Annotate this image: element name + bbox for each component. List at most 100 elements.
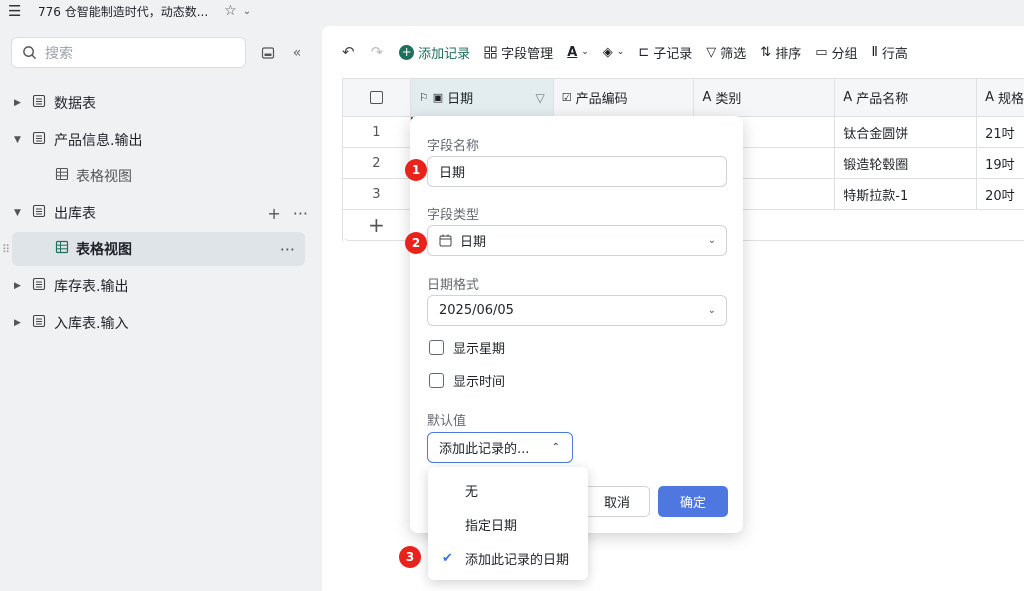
column-header-spec[interactable]: A 规格: [977, 79, 1024, 116]
row-number: 1: [343, 117, 411, 147]
plus-icon[interactable]: +: [267, 204, 280, 223]
cancel-button[interactable]: 取消: [584, 486, 650, 517]
star-icon[interactable]: ☆: [224, 3, 237, 19]
column-header-category[interactable]: A 类别: [694, 79, 836, 116]
calendar-icon: [439, 234, 452, 247]
show-weekday-checkbox[interactable]: [429, 340, 444, 355]
table-cell[interactable]: 钛合金圆饼: [835, 117, 978, 147]
show-time-option[interactable]: 显示时间: [429, 371, 505, 390]
sidebar-item-inbound[interactable]: ▶ 入库表.输入: [0, 306, 318, 340]
field-type-select[interactable]: 日期 ⌄: [427, 225, 727, 256]
grid-view-icon: [55, 240, 69, 258]
table-cell[interactable]: 特斯拉款-1: [835, 179, 978, 209]
collapse-panel-icon[interactable]: [259, 44, 277, 62]
filter-icon: ▽: [706, 44, 717, 60]
sidebar-item-label: 出库表: [54, 206, 96, 222]
field-name-label: 字段名称: [427, 139, 480, 154]
column-header-label: 产品名称: [856, 92, 909, 107]
caret-right-icon[interactable]: ▶: [14, 281, 21, 291]
filter-button[interactable]: ▽ 筛选: [706, 43, 746, 62]
dropdown-option-specific-date[interactable]: 指定日期: [428, 507, 588, 541]
caret-right-icon[interactable]: ▶: [14, 318, 21, 328]
dropdown-option-record-created-date[interactable]: ✔ 添加此记录的日期: [428, 541, 588, 575]
chevron-down-icon: ⌄: [707, 305, 716, 316]
row-height-label: 行高: [881, 46, 908, 62]
text-field-icon: A: [843, 90, 853, 105]
table-list-icon: [32, 204, 46, 222]
column-header-product-code[interactable]: ☑ 产品编码: [554, 79, 695, 116]
column-header-label: 产品编码: [575, 92, 628, 107]
row-number: 3: [343, 179, 411, 209]
row-height-icon: Ⅱ: [871, 44, 878, 60]
sidebar-item-outbound[interactable]: ▼ 出库表 + ···: [0, 196, 318, 230]
field-manage-label: 字段管理: [501, 46, 554, 62]
more-icon[interactable]: ···: [293, 204, 308, 223]
folder-icon: ▭: [815, 44, 828, 60]
table-cell[interactable]: 21吋: [977, 117, 1024, 147]
group-button[interactable]: ▭ 分组: [815, 43, 857, 62]
sidebar-item-inventory[interactable]: ▶ 库存表.输出: [0, 269, 318, 303]
font-color-button[interactable]: A ⌄: [567, 45, 589, 60]
drag-handle-icon[interactable]: ⠿: [2, 243, 10, 256]
field-name-input[interactable]: 日期: [427, 156, 727, 187]
grid-header-row: ⚐ ▣ 日期 ▽ ☑ 产品编码 A 类别 A 产品名称 A 规格: [343, 78, 1024, 117]
grid-icon: [484, 46, 497, 58]
field-name-value: 日期: [439, 166, 466, 181]
sidebar-item-product-info[interactable]: ▼ 产品信息.输出: [0, 123, 318, 157]
dropdown-option-none[interactable]: 无: [428, 473, 588, 507]
undo-icon[interactable]: ↶: [342, 43, 355, 61]
caret-right-icon[interactable]: ▶: [14, 98, 21, 108]
search-icon: [23, 46, 37, 60]
show-time-checkbox[interactable]: [429, 373, 444, 388]
sidebar: 搜索 « ▶ 数据表 ▼ 产品信息.输出 表格视图 ▼ 出库表 + ··· ⠿ …: [0, 22, 318, 591]
row-height-button[interactable]: Ⅱ 行高: [872, 43, 908, 62]
chevron-down-icon[interactable]: ⌄: [243, 6, 251, 17]
filter-icon[interactable]: ▽: [535, 91, 544, 105]
sub-record-button[interactable]: ⊏ 子记录: [638, 43, 692, 62]
sort-icon: ⇅: [760, 44, 772, 60]
option-label: 无: [465, 484, 479, 500]
show-weekday-option[interactable]: 显示星期: [429, 338, 505, 357]
sidebar-item-grid-view-1[interactable]: 表格视图: [0, 159, 318, 193]
redo-icon[interactable]: ↷: [371, 43, 384, 61]
sidebar-item-label: 入库表.输入: [54, 316, 129, 332]
select-all-checkbox[interactable]: [369, 91, 383, 104]
step-badge-3: 3: [399, 546, 421, 568]
caret-down-icon[interactable]: ▼: [14, 208, 21, 218]
search-input[interactable]: 搜索: [11, 37, 246, 68]
table-list-icon: [32, 94, 46, 112]
confirm-button[interactable]: 确定: [658, 486, 728, 517]
default-value-select[interactable]: 添加此记录的... ⌃: [427, 432, 573, 463]
default-value-text: 添加此记录的...: [439, 442, 530, 457]
caret-down-icon[interactable]: ▼: [14, 135, 21, 145]
more-icon[interactable]: ···: [280, 240, 295, 259]
column-header-date[interactable]: ⚐ ▣ 日期 ▽: [410, 79, 554, 116]
sort-button[interactable]: ⇅ 排序: [760, 43, 801, 62]
date-format-select[interactable]: 2025/06/05 ⌄: [427, 295, 727, 326]
sidebar-item-label: 表格视图: [76, 242, 132, 258]
text-field-icon: A: [985, 90, 994, 105]
table-cell[interactable]: 19吋: [977, 148, 1024, 178]
table-cell[interactable]: 锻造轮毂圈: [835, 148, 978, 178]
hierarchy-icon: ⊏: [638, 44, 650, 60]
option-label: 添加此记录的日期: [465, 552, 570, 568]
checkmark-icon: ✔: [442, 550, 453, 566]
paint-bucket-icon: ◈: [602, 44, 613, 60]
chevron-down-icon: ⌄: [616, 47, 625, 57]
field-type-label: 字段类型: [427, 208, 480, 223]
column-header-label: 日期: [447, 92, 474, 107]
field-manage-button[interactable]: 字段管理: [484, 43, 553, 62]
table-cell[interactable]: 20吋: [977, 179, 1024, 209]
plus-icon: +: [368, 213, 385, 237]
date-format-value: 2025/06/05: [439, 303, 514, 318]
hamburger-menu-icon[interactable]: ☰: [8, 2, 28, 20]
collapse-sidebar-icon[interactable]: «: [288, 44, 306, 62]
sidebar-item-grid-view-2[interactable]: ⠿ 表格视图 ···: [2, 232, 305, 266]
fill-color-button[interactable]: ◈ ⌄: [603, 45, 625, 60]
default-value-label: 默认值: [427, 414, 467, 429]
column-header-product-name[interactable]: A 产品名称: [835, 79, 978, 116]
add-record-button[interactable]: + 添加记录: [399, 43, 470, 62]
select-all-cell[interactable]: [343, 79, 411, 116]
sidebar-item-data-table[interactable]: ▶ 数据表: [0, 86, 318, 120]
sidebar-item-label: 产品信息.输出: [54, 133, 143, 149]
